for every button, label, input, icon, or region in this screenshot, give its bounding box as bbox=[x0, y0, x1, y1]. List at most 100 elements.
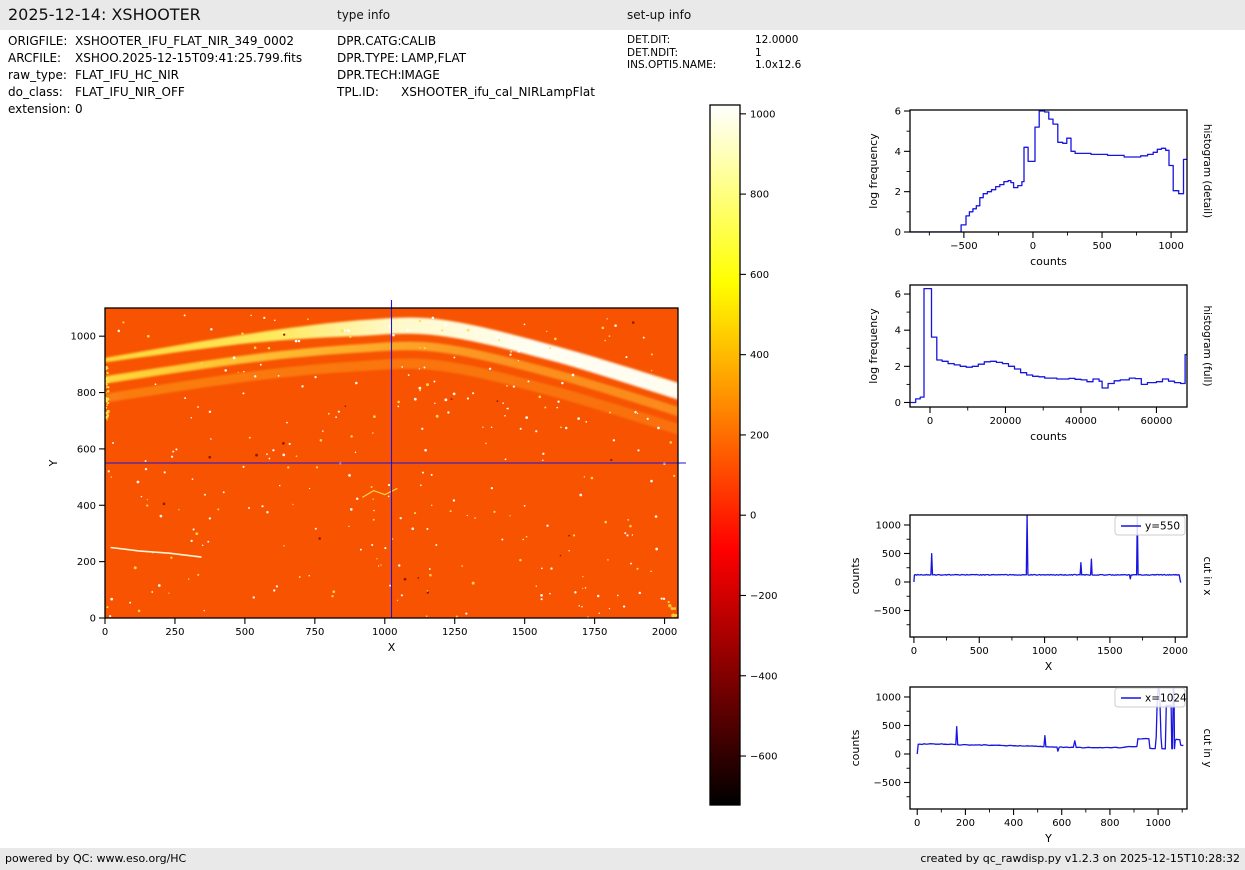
svg-text:2000: 2000 bbox=[1163, 646, 1188, 657]
svg-text:800: 800 bbox=[1100, 818, 1119, 829]
svg-text:counts: counts bbox=[849, 729, 862, 766]
meta-value: 1.0x12.6 bbox=[755, 59, 801, 71]
svg-text:500: 500 bbox=[235, 627, 254, 638]
page-title: 2025-12-14: XSHOOTER bbox=[8, 5, 201, 24]
meta-label: INS.OPTI5.NAME: bbox=[627, 59, 755, 72]
meta-row: DPR.CATG:CALIB bbox=[337, 33, 595, 50]
svg-text:Y: Y bbox=[1044, 832, 1052, 845]
svg-text:−500: −500 bbox=[874, 778, 901, 789]
histogram-detail-plot: −500050010000246countslog frequencyhisto… bbox=[845, 88, 1245, 273]
footer-bar: powered by QC: www.eso.org/HC created by… bbox=[0, 848, 1245, 870]
meta-value: CALIB bbox=[401, 34, 436, 48]
meta-label: DET.DIT: bbox=[627, 34, 755, 47]
svg-text:200: 200 bbox=[750, 430, 769, 441]
svg-text:0: 0 bbox=[1030, 241, 1036, 252]
svg-text:0: 0 bbox=[927, 416, 933, 427]
svg-text:1000: 1000 bbox=[750, 109, 775, 120]
meta-value: XSHOO.2025-12-15T09:41:25.799.fits bbox=[75, 51, 302, 65]
meta-value: 12.0000 bbox=[755, 34, 798, 46]
svg-text:cut in x: cut in x bbox=[1201, 556, 1213, 595]
svg-text:750: 750 bbox=[305, 627, 324, 638]
svg-text:4: 4 bbox=[895, 147, 901, 158]
svg-text:2: 2 bbox=[895, 362, 901, 373]
svg-text:6: 6 bbox=[895, 290, 901, 301]
svg-text:counts: counts bbox=[849, 557, 862, 594]
svg-text:x=1024: x=1024 bbox=[1145, 693, 1187, 705]
meta-value: XSHOOTER_IFU_FLAT_NIR_349_0002 bbox=[75, 34, 294, 48]
svg-text:500: 500 bbox=[1092, 241, 1111, 252]
meta-label: do_class: bbox=[8, 84, 75, 101]
svg-text:2: 2 bbox=[895, 187, 901, 198]
svg-text:counts: counts bbox=[1030, 430, 1067, 443]
meta-row: TPL.ID:XSHOOTER_ifu_cal_NIRLampFlat bbox=[337, 84, 595, 101]
svg-text:20000: 20000 bbox=[990, 416, 1022, 427]
svg-text:−200: −200 bbox=[750, 591, 777, 602]
file-info-block: ORIGFILE:XSHOOTER_IFU_FLAT_NIR_349_0002 … bbox=[8, 33, 302, 118]
meta-label: DPR.CATG: bbox=[337, 33, 401, 50]
meta-row: DET.DIT:12.0000 bbox=[627, 34, 801, 47]
svg-text:−500: −500 bbox=[874, 606, 901, 617]
main-image-plot: 0250500750100012501500175020000200400600… bbox=[30, 290, 730, 675]
svg-text:histogram (full): histogram (full) bbox=[1201, 306, 1213, 387]
svg-text:1500: 1500 bbox=[512, 627, 537, 638]
meta-label: extension: bbox=[8, 101, 75, 118]
svg-text:1000: 1000 bbox=[372, 627, 397, 638]
meta-row: ORIGFILE:XSHOOTER_IFU_FLAT_NIR_349_0002 bbox=[8, 33, 302, 50]
svg-text:500: 500 bbox=[882, 721, 901, 732]
svg-text:4: 4 bbox=[895, 326, 901, 337]
svg-text:1000: 1000 bbox=[1158, 241, 1183, 252]
svg-text:0: 0 bbox=[895, 398, 901, 409]
svg-text:1750: 1750 bbox=[582, 627, 607, 638]
meta-row: raw_type:FLAT_IFU_HC_NIR bbox=[8, 67, 302, 84]
svg-text:60000: 60000 bbox=[1141, 416, 1173, 427]
meta-row: ARCFILE:XSHOO.2025-12-15T09:41:25.799.fi… bbox=[8, 50, 302, 67]
svg-text:log frequency: log frequency bbox=[867, 308, 880, 384]
svg-text:600: 600 bbox=[77, 444, 96, 455]
colorbar: 10008006004002000−200−400−600 bbox=[705, 95, 820, 820]
histogram-full-plot: 0 20000 40000 60000 0 2 4 6 counts log frequency h… bbox=[845, 263, 1245, 448]
qc-report-page: 2025-12-14: XSHOOTER type info set-up in… bbox=[0, 0, 1245, 870]
header-bar: 2025-12-14: XSHOOTER type info set-up in… bbox=[0, 0, 1245, 30]
svg-text:6: 6 bbox=[895, 107, 901, 118]
meta-value: 0 bbox=[75, 102, 83, 116]
meta-row: INS.OPTI5.NAME:1.0x12.6 bbox=[627, 59, 801, 72]
meta-row: DET.NDIT:1 bbox=[627, 47, 801, 60]
svg-text:40000: 40000 bbox=[1065, 416, 1097, 427]
svg-text:1250: 1250 bbox=[442, 627, 467, 638]
meta-label: ARCFILE: bbox=[8, 50, 75, 67]
svg-text:1000: 1000 bbox=[71, 332, 96, 343]
footer-left: powered by QC: www.eso.org/HC bbox=[5, 852, 186, 865]
meta-label: ORIGFILE: bbox=[8, 33, 75, 50]
meta-label: raw_type: bbox=[8, 67, 75, 84]
meta-row: DPR.TECH:IMAGE bbox=[337, 67, 595, 84]
meta-value: FLAT_IFU_NIR_OFF bbox=[75, 85, 185, 99]
cut-in-x-plot: 050010001500200010005000−500Xcountscut i… bbox=[845, 493, 1245, 678]
svg-text:200: 200 bbox=[77, 557, 96, 568]
svg-text:500: 500 bbox=[970, 646, 989, 657]
svg-text:250: 250 bbox=[165, 627, 184, 638]
svg-text:cut in y: cut in y bbox=[1201, 728, 1213, 767]
svg-text:Y: Y bbox=[47, 459, 60, 467]
meta-row: extension:0 bbox=[8, 101, 302, 118]
meta-row: do_class:FLAT_IFU_NIR_OFF bbox=[8, 84, 302, 101]
svg-text:0: 0 bbox=[90, 614, 96, 625]
setup-info-block: DET.DIT:12.0000 DET.NDIT:1 INS.OPTI5.NAM… bbox=[627, 34, 801, 72]
svg-text:2000: 2000 bbox=[652, 627, 677, 638]
meta-label: DPR.TECH: bbox=[337, 67, 401, 84]
meta-label: TPL.ID: bbox=[337, 84, 401, 101]
cut-in-y-plot: 0200400600800100010005000−500Ycountscut … bbox=[845, 665, 1245, 850]
svg-text:X: X bbox=[388, 641, 396, 654]
svg-text:0: 0 bbox=[911, 646, 917, 657]
meta-value: 1 bbox=[755, 47, 762, 59]
svg-text:1000: 1000 bbox=[876, 520, 901, 531]
svg-text:600: 600 bbox=[750, 270, 769, 281]
svg-text:0: 0 bbox=[750, 511, 756, 522]
svg-text:600: 600 bbox=[1052, 818, 1071, 829]
svg-text:0: 0 bbox=[102, 627, 108, 638]
type-info-block: DPR.CATG:CALIB DPR.TYPE:LAMP,FLAT DPR.TE… bbox=[337, 33, 595, 101]
meta-label: DET.NDIT: bbox=[627, 47, 755, 60]
svg-text:y=550: y=550 bbox=[1145, 521, 1180, 533]
svg-text:400: 400 bbox=[1004, 818, 1023, 829]
colorbar-scale: 10008006004002000−200−400−600 bbox=[705, 95, 820, 820]
svg-text:1500: 1500 bbox=[1097, 646, 1122, 657]
